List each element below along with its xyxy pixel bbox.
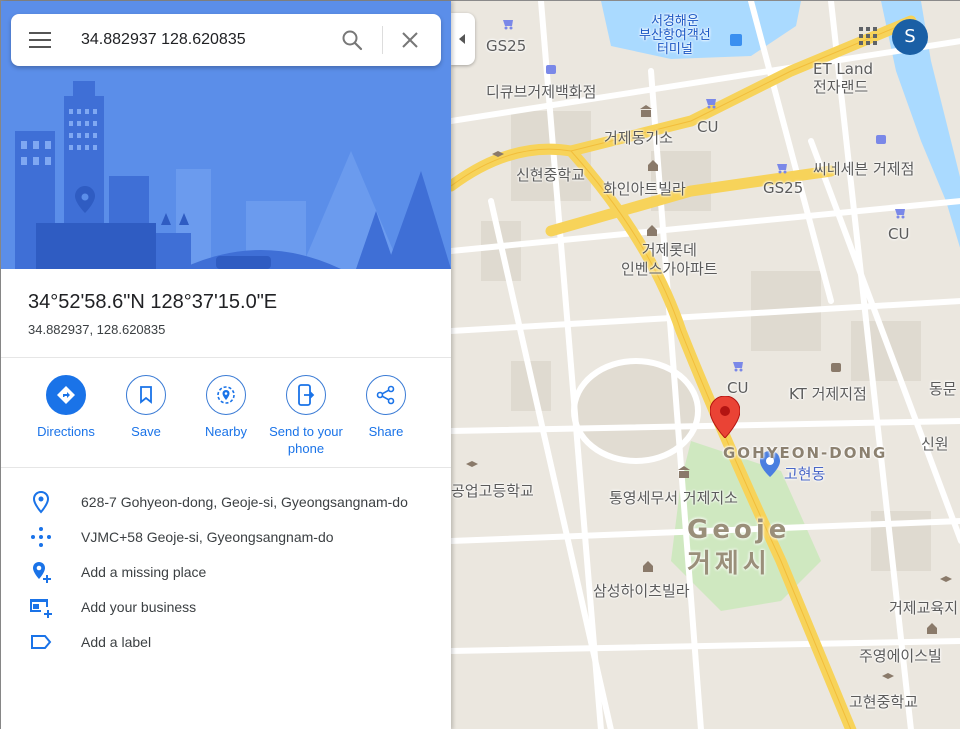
directions-label: Directions — [37, 424, 95, 439]
plus-code-text: VJMC+58 Geoje-si, Gyeongsangnam-do — [81, 529, 334, 545]
school-icon — [466, 461, 478, 467]
account-avatar[interactable]: S — [892, 19, 928, 55]
nearby-icon — [217, 386, 235, 404]
map-label-ind-hs[interactable]: 공업고등학교 — [451, 480, 534, 501]
search-icon[interactable] — [341, 29, 363, 51]
map-label-etland[interactable]: ET Land 전자랜드 — [813, 60, 873, 96]
map-label-apartment[interactable]: 거제롯데 인벤스가아파트 — [621, 241, 718, 279]
home-icon — [927, 623, 937, 634]
share-button[interactable]: Share — [346, 375, 426, 440]
convenience-store-icon — [503, 20, 513, 30]
government-icon — [640, 105, 652, 117]
nearby-label: Nearby — [205, 424, 247, 439]
place-title: 34°52'58.6"N 128°37'15.0"E — [28, 291, 278, 313]
ferry-icon — [730, 34, 742, 46]
shopping-icon — [831, 363, 841, 372]
add-business-text: Add your business — [81, 599, 197, 615]
home-icon — [643, 561, 653, 572]
map-label-geoje-gisu[interactable]: 거제동기소 — [604, 127, 673, 148]
map-label-terminal[interactable]: 서경해운 부산항여객선 터미널 — [639, 15, 711, 57]
add-business-row[interactable]: Add your business — [1, 592, 451, 622]
send-to-phone-button[interactable]: Send to your phone — [266, 375, 346, 457]
search-divider — [382, 26, 383, 54]
directions-icon — [57, 386, 75, 404]
convenience-store-icon — [706, 99, 716, 109]
convenience-store-icon — [777, 164, 787, 174]
map-label-kt[interactable]: KT 거제지점 — [789, 383, 867, 404]
map-label-samsung-villa[interactable]: 삼성하이츠빌라 — [593, 580, 690, 601]
search-input[interactable]: 34.882937 128.620835 — [81, 31, 246, 49]
add-missing-place-row[interactable]: Add a missing place — [1, 557, 451, 587]
add-business-icon — [30, 599, 52, 618]
map-label-cu[interactable]: CU — [697, 118, 718, 136]
close-icon[interactable] — [400, 30, 420, 50]
map-canvas[interactable]: 서경해운 부산항여객선 터미널 GS25 디큐브거제백화점 ET Land 전자… — [451, 1, 960, 729]
map-label-gs25[interactable]: GS25 — [486, 37, 526, 55]
label-icon — [31, 635, 52, 649]
map-label-sinwon[interactable]: 신원 — [921, 433, 949, 454]
divider — [1, 467, 451, 468]
save-label: Save — [131, 424, 161, 439]
home-icon — [648, 160, 658, 171]
map-label-geoje-ko: 거제시 — [687, 549, 771, 579]
map-label-apartment[interactable]: 주영에이스빌 — [859, 645, 942, 666]
map-label-cu[interactable]: CU — [888, 225, 909, 243]
share-label: Share — [368, 424, 404, 439]
home-icon — [647, 225, 657, 236]
convenience-store-icon — [733, 362, 743, 372]
map-label-hwain-villa[interactable]: 화인아트빌라 — [603, 178, 686, 199]
collapse-panel-button[interactable] — [451, 13, 475, 65]
send-to-phone-icon — [298, 384, 315, 406]
add-label-row[interactable]: Add a label — [1, 627, 451, 657]
convenience-store-icon — [895, 209, 905, 219]
share-icon — [376, 385, 395, 405]
shopping-icon — [546, 65, 556, 74]
location-marker-icon[interactable] — [710, 396, 740, 438]
school-icon — [492, 151, 504, 157]
place-decimal-coords: 34.882937, 128.620835 — [28, 322, 166, 337]
map-label-dept-store[interactable]: 디큐브거제백화점 — [486, 81, 596, 102]
map-label-edu-office[interactable]: 거제교육지 — [889, 597, 958, 618]
plus-code-icon — [31, 527, 51, 547]
bookmark-icon — [140, 386, 152, 404]
action-bar: Directions Save Nearby Send to your phon… — [1, 375, 451, 465]
map-label-cu[interactable]: CU — [727, 379, 748, 397]
address-text: 628-7 Gohyeon-dong, Geoje-si, Gyeongsang… — [81, 494, 408, 510]
map-base-layer — [451, 1, 960, 729]
government-icon — [678, 466, 690, 478]
divider — [1, 357, 451, 358]
map-label-gohyeon[interactable]: 고현동 — [784, 463, 825, 484]
map-label-gs25[interactable]: GS25 — [763, 179, 803, 197]
add-label-text: Add a label — [81, 634, 152, 650]
menu-icon[interactable] — [29, 32, 51, 48]
search-box[interactable]: 34.882937 128.620835 — [11, 14, 441, 66]
location-pin-icon — [32, 490, 50, 514]
map-label-cinema[interactable]: 씨네세븐 거제점 — [813, 158, 914, 179]
map-label-gohyeon-ms[interactable]: 고현중학교 — [849, 691, 918, 712]
map-label-geoje-en: Geoje — [687, 515, 791, 545]
add-missing-place-text: Add a missing place — [81, 564, 207, 580]
map-label-gohyeon-dong: GOHYEON-DONG — [723, 444, 888, 462]
shopping-icon — [876, 135, 886, 144]
plus-code-row[interactable]: VJMC+58 Geoje-si, Gyeongsangnam-do — [1, 522, 451, 552]
school-icon — [882, 673, 894, 679]
map-label-tax-office[interactable]: 통영세무서 거제지소 — [609, 487, 738, 508]
directions-button[interactable]: Directions — [26, 375, 106, 440]
map-label-sinhyeon-ms[interactable]: 신현중학교 — [516, 164, 585, 185]
save-button[interactable]: Save — [106, 375, 186, 440]
map-label-dong[interactable]: 동문 — [929, 378, 957, 399]
send-to-phone-label: Send to your phone — [269, 424, 343, 456]
add-place-icon — [33, 562, 51, 583]
address-row[interactable]: 628-7 Gohyeon-dong, Geoje-si, Gyeongsang… — [1, 487, 451, 517]
school-icon — [940, 576, 952, 582]
google-apps-icon[interactable] — [859, 27, 877, 45]
place-panel: 34.882937 128.620835 34°52'58.6"N 128°37… — [1, 1, 451, 729]
nearby-button[interactable]: Nearby — [186, 375, 266, 440]
